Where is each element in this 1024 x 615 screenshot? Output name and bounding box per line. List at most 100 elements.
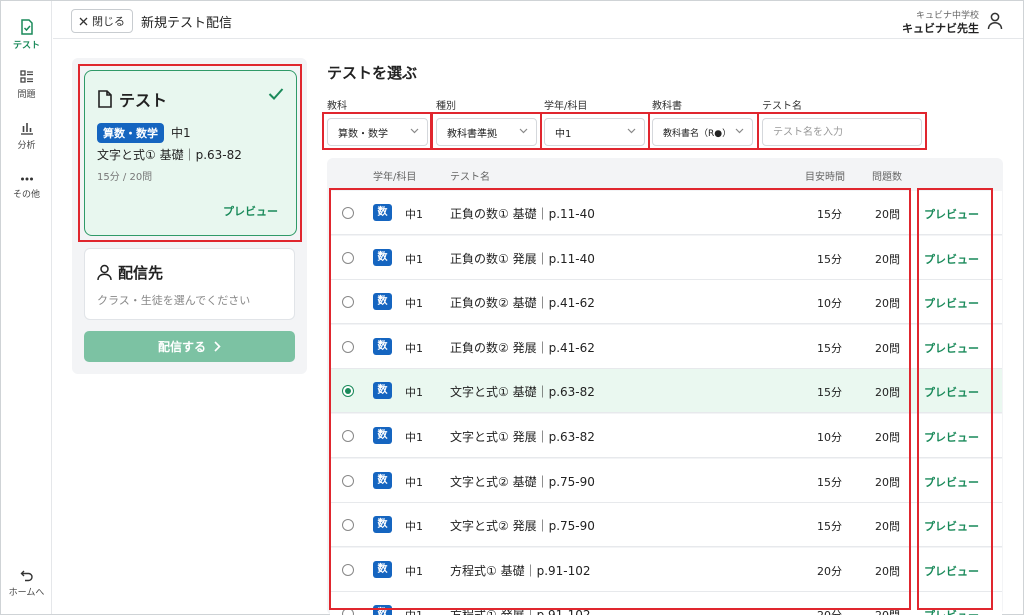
row-count: 20問 [875,386,900,400]
chevron-down-icon [735,128,744,134]
subject-select[interactable]: 算数・数学 [327,118,428,146]
row-count: 20問 [875,431,900,444]
row-grade: 中1 [405,297,423,311]
row-time: 10分 [817,297,842,311]
test-card-heading: テスト [97,87,167,111]
document-icon [98,90,112,108]
send-button[interactable]: 配信する [84,331,295,362]
row-radio[interactable] [342,296,354,309]
row-preview-link[interactable]: プレビュー [924,295,979,311]
subject-badge: 数 [373,293,392,311]
test-card-name: 文字と式① 基礎｜p.63-82 [97,148,242,162]
back-arrow-icon [20,570,33,582]
type-select-value: 教科書準拠 [447,128,497,140]
row-preview-link[interactable]: プレビュー [924,518,979,534]
row-preview-link[interactable]: プレビュー [924,474,979,490]
row-radio[interactable] [342,608,354,615]
test-name-input[interactable] [762,118,922,146]
row-radio[interactable] [342,563,354,576]
chevron-down-icon [410,128,419,134]
row-grade: 中1 [405,341,423,355]
row-grade: 中1 [405,208,423,221]
subject-select-value: 算数・数学 [338,128,388,140]
table-row[interactable]: 数中1 文字と式② 基礎｜p.75-90 15分 20問 プレビュー [330,458,1002,503]
row-radio[interactable] [342,430,354,442]
filter-textbook-label: 教科書 [652,101,682,112]
close-button[interactable]: 閉じる [71,9,133,33]
row-count: 20問 [862,607,900,615]
grade-select[interactable]: 中1 [544,118,645,146]
column-header-time: 目安時間 [805,172,845,183]
nav-item-problems[interactable]: 問題 [1,70,52,100]
row-radio[interactable] [342,385,354,398]
row-preview-link[interactable]: プレビュー [924,429,979,445]
row-preview-link[interactable]: プレビュー [924,607,979,615]
subject-badge: 数 [373,337,392,355]
row-preview-link[interactable]: プレビュー [924,563,979,579]
textbook-select[interactable]: 教科書名（R●） [652,118,753,146]
column-header-count: 問題数 [872,172,902,183]
row-radio[interactable] [342,340,354,353]
row-test-name: 文字と式① 発展｜p.63-82 [450,430,595,444]
nav-item-more[interactable]: その他 [1,174,52,200]
row-preview-link[interactable]: プレビュー [924,251,979,267]
selected-test-card[interactable]: テスト 算数・数学 中1 文字と式① 基礎｜p.63-82 15分 / 20問 … [84,70,297,236]
table-row[interactable]: 数中1 文字と式① 発展｜p.63-82 10分 20問 プレビュー [330,414,1002,458]
table-row[interactable]: 数中1 正負の数① 発展｜p.11-40 15分 20問 プレビュー [330,235,1002,280]
subject-badge: 数 [373,248,392,266]
more-dots-icon [20,177,33,181]
nav-item-analysis[interactable]: 分析 [1,121,52,151]
type-select[interactable]: 教科書準拠 [436,118,537,146]
row-time: 15分 [817,386,842,400]
table-row[interactable]: 数中1 正負の数② 発展｜p.41-62 15分 20問 プレビュー [330,324,1002,369]
row-test-name: 方程式① 基礎｜p.91-102 [450,563,591,578]
row-test-name: 文字と式② 基礎｜p.75-90 [450,474,595,489]
close-label: 閉じる [92,15,125,28]
filter-subject-label: 教科 [327,101,347,112]
row-test-name: 文字と式① 基礎｜p.63-82 [450,385,595,400]
destination-card[interactable]: 配信先 クラス・生徒を選んでください [84,248,295,320]
nav-item-test[interactable]: テスト [1,19,52,51]
row-count: 20問 [875,520,900,534]
row-test-name: 正負の数① 基礎｜p.11-40 [450,207,595,221]
subject-badge: 数 [373,605,392,615]
subject-badge: 数 [373,471,392,489]
page-title: 新規テスト配信 [141,16,233,31]
row-time: 15分 [817,341,842,355]
nav-label: その他 [12,190,40,200]
row-radio[interactable] [342,251,354,264]
table-row[interactable]: 数中1 文字と式② 発展｜p.75-90 15分 20問 プレビュー [330,503,1002,548]
row-count: 20問 [875,297,900,311]
subject-badge: 数 [373,204,392,221]
section-title: テストを選ぶ [327,64,418,82]
row-count: 20問 [875,475,900,489]
filter-testname-label: テスト名 [762,101,802,112]
row-radio[interactable] [342,207,354,219]
test-card-preview-link[interactable]: プレビュー [223,203,278,219]
filter-grade-label: 学年/科目 [544,101,588,112]
table-row[interactable]: 数中1 文字と式① 基礎｜p.63-82 15分 20問 プレビュー [330,369,1002,414]
row-grade: 中1 [405,431,423,444]
row-preview-link[interactable]: プレビュー [924,206,979,222]
row-grade: 中1 [405,607,423,615]
destination-placeholder: クラス・生徒を選んでください [97,294,251,307]
row-time: 10分 [817,431,842,444]
user-account-icon[interactable] [987,12,1003,30]
row-count: 20問 [875,252,900,266]
test-card-meta: 15分 / 20問 [97,172,153,183]
row-radio[interactable] [342,519,354,532]
table-row[interactable]: 数中1 正負の数① 基礎｜p.11-40 15分 20問 プレビュー [330,191,1002,235]
row-grade: 中1 [405,564,423,578]
problems-grid-icon [19,70,33,83]
row-preview-link[interactable]: プレビュー [924,340,979,356]
table-row[interactable]: 数中1 方程式① 基礎｜p.91-102 20分 20問 プレビュー [330,547,1002,592]
nav-item-home[interactable]: ホームへ [1,568,52,598]
table-row[interactable]: 数中1 正負の数② 基礎｜p.41-62 10分 20問 プレビュー [330,280,1002,325]
row-radio[interactable] [342,474,354,487]
row-time: 20分 [806,607,842,615]
row-preview-link[interactable]: プレビュー [924,384,979,400]
nav-label: テスト [12,41,40,51]
row-test-name: 正負の数② 基礎｜p.41-62 [450,296,595,311]
side-nav: テスト 問題 分析 その他 ホームへ [1,1,52,614]
table-row[interactable]: 数 中1 方程式① 発展｜p.91-102 20分 20問 プレビュー [330,592,1002,615]
